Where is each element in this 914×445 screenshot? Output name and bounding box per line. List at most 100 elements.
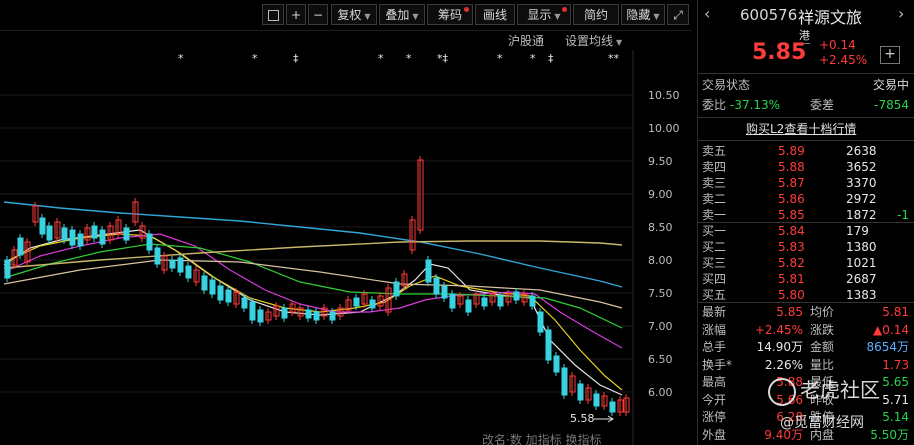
stat-row: 最新 5.85 均价 5.81 bbox=[698, 303, 914, 321]
stat-label: 金额 bbox=[810, 340, 835, 354]
price-tick: 10.50 bbox=[648, 89, 680, 102]
candle-body bbox=[545, 329, 552, 361]
event-marker: * bbox=[378, 52, 384, 65]
stat-row: 换手* 2.26% 量比 1.73 bbox=[698, 356, 914, 374]
event-marker: ‡ bbox=[548, 52, 554, 65]
candle-body bbox=[249, 301, 256, 321]
indicator-bar-text: 改名·数 加指标 换指标 bbox=[482, 432, 601, 445]
chips-button[interactable]: 筹码 bbox=[427, 4, 473, 25]
candle-body bbox=[449, 293, 456, 309]
candle-body bbox=[169, 259, 176, 269]
last-price: 5.85 bbox=[752, 40, 807, 65]
stat-value: 1.73 bbox=[882, 357, 909, 372]
candle-body bbox=[46, 225, 53, 241]
ma-line-green bbox=[3, 243, 623, 329]
candle-body bbox=[329, 311, 336, 321]
overlay-button[interactable]: 叠加 ▼ bbox=[379, 4, 425, 25]
buy-orderbook: 买一 5.84 179 买二 5.83 1380 买三 5.82 1021 买四 5.81 2687 买… bbox=[698, 222, 914, 302]
event-marker: * bbox=[530, 52, 536, 65]
stat-value: ▲0.14 bbox=[873, 322, 909, 337]
ma-line-white bbox=[3, 229, 623, 396]
candle-body bbox=[433, 277, 440, 295]
candle-body bbox=[561, 367, 568, 396]
price-tick: 8.00 bbox=[648, 254, 673, 267]
event-marker: * bbox=[178, 52, 184, 65]
expand-button[interactable]: ⤢ bbox=[667, 4, 689, 25]
watermark-brand: 老虎社区 bbox=[768, 374, 880, 406]
event-marker: *‡ bbox=[437, 52, 449, 65]
ma-line-cyan bbox=[3, 201, 623, 288]
candle-body bbox=[77, 233, 84, 247]
candle-body bbox=[529, 295, 536, 307]
stat-value: 8654万 bbox=[866, 340, 909, 354]
stat-label: 最高 bbox=[702, 375, 727, 389]
candle-body bbox=[393, 281, 400, 297]
add-watchlist-button[interactable]: + bbox=[880, 46, 900, 64]
event-marker: * bbox=[252, 52, 258, 65]
candle-body bbox=[425, 259, 432, 283]
event-marker: * bbox=[406, 52, 412, 65]
candle-body bbox=[99, 229, 106, 245]
sell-orderbook: 卖五 5.89 2638 卖四 5.88 3652 卖三 5.87 3370 卖二 5.86 2972… bbox=[698, 142, 914, 222]
watermark-site: @觅富财经网 bbox=[780, 415, 864, 431]
caret-down-icon: ▼ bbox=[412, 12, 419, 21]
change-value: +0.14 bbox=[819, 38, 856, 52]
price-tick: 7.00 bbox=[648, 320, 673, 333]
candle-body bbox=[313, 311, 320, 321]
caret-down-icon: ▼ bbox=[364, 12, 371, 21]
stat-value: 5.50万 bbox=[870, 427, 909, 442]
hgt-label[interactable]: 沪股通 bbox=[508, 32, 544, 49]
screenshot-button[interactable] bbox=[262, 4, 284, 25]
simple-button[interactable]: 简约 bbox=[573, 4, 619, 25]
display-button[interactable]: 显示 ▼ bbox=[517, 4, 571, 25]
event-marker: ‡ bbox=[293, 52, 299, 65]
stat-label: 总手 bbox=[702, 340, 727, 354]
draw-line-button[interactable]: 画线 bbox=[475, 4, 515, 25]
kline-chart[interactable]: * * ‡ * * *‡ * * ‡ ** 10.5010.009.509.008.508.007… bbox=[0, 50, 692, 445]
notification-dot bbox=[464, 7, 469, 12]
stat-label: 最新 bbox=[702, 305, 727, 319]
stat-value: +2.45% bbox=[754, 322, 803, 337]
candle-body bbox=[241, 297, 248, 309]
zoom-out-button[interactable]: − bbox=[308, 4, 328, 25]
l2-link[interactable]: 购买L2查看十档行情 bbox=[698, 120, 914, 138]
price-tick: 9.00 bbox=[648, 188, 673, 201]
next-stock-icon[interactable]: › bbox=[898, 4, 904, 23]
zoom-in-button[interactable]: + bbox=[286, 4, 306, 25]
fuquan-button[interactable]: 复权 ▼ bbox=[331, 4, 377, 25]
weibi-row: 委比 -37.13% 委差 -7854 bbox=[702, 98, 909, 112]
stat-label: 涨跌 bbox=[810, 322, 835, 337]
candle-body bbox=[146, 233, 153, 251]
candle-body bbox=[281, 307, 288, 319]
prev-stock-icon[interactable]: ‹ bbox=[704, 4, 710, 23]
ma-line-magenta bbox=[3, 233, 623, 349]
caret-down-icon: ▼ bbox=[653, 12, 660, 21]
price-tick: 6.50 bbox=[648, 353, 673, 366]
event-marker: ** bbox=[608, 52, 620, 65]
hide-button[interactable]: 隐藏 ▼ bbox=[621, 4, 665, 25]
stock-name: 祥源文旅 bbox=[798, 8, 863, 27]
stat-label: 涨停 bbox=[702, 410, 727, 424]
ma-line-khaki bbox=[3, 240, 623, 269]
candle-body bbox=[225, 289, 232, 303]
candle-body bbox=[4, 259, 11, 279]
ma-settings-button[interactable]: 设置均线 ▼ bbox=[565, 32, 622, 49]
ma-line-yellow bbox=[3, 233, 623, 391]
candle-body bbox=[69, 229, 76, 246]
candle-body bbox=[513, 291, 520, 301]
status-row: 交易状态 交易中 bbox=[702, 78, 909, 92]
candle-body bbox=[17, 237, 24, 256]
price-tick: 10.00 bbox=[648, 122, 680, 135]
candle-body bbox=[123, 227, 130, 241]
candle-body bbox=[39, 217, 46, 235]
stat-label: 外盘 bbox=[702, 427, 727, 442]
low-marker-label: 5.58 bbox=[570, 412, 595, 425]
chart-event-markers: * * ‡ * * *‡ * * ‡ ** bbox=[178, 52, 620, 65]
candle-body bbox=[91, 225, 98, 239]
price-axis: 10.50 10.00 9.50 9.00 8.50 8.00 7.50 7.00 6.50 6.… bbox=[632, 50, 680, 445]
candle-body bbox=[577, 383, 584, 401]
candle-body bbox=[209, 279, 216, 295]
stat-label: 均价 bbox=[810, 305, 835, 319]
square-icon bbox=[267, 10, 279, 21]
stat-value: 5.65 bbox=[882, 375, 909, 389]
